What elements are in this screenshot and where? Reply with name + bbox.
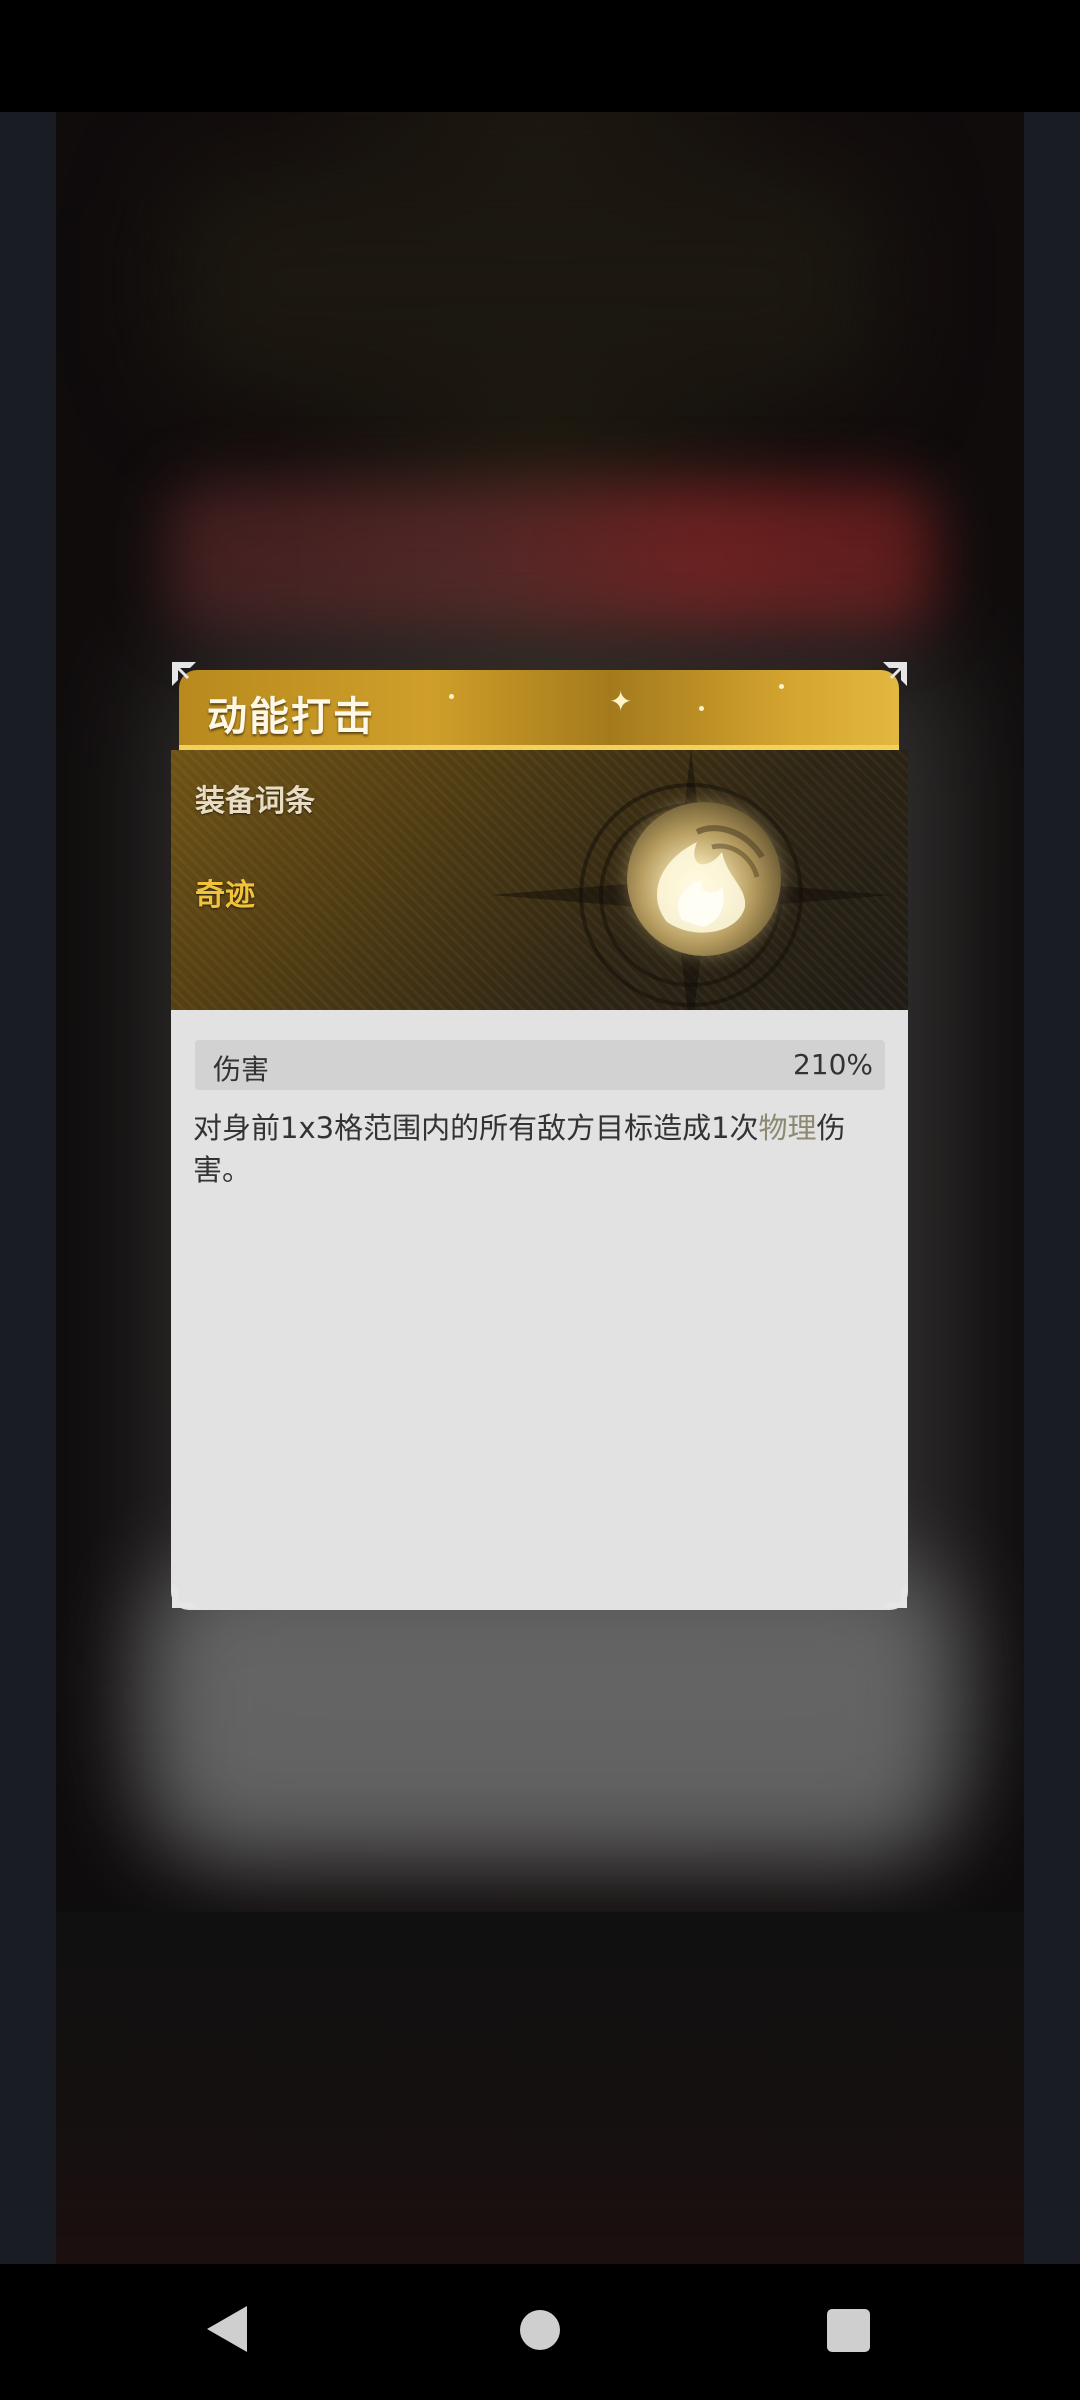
back-triangle-icon[interactable] <box>207 2306 247 2352</box>
navigation-bar <box>0 2264 1080 2400</box>
sparkle-icon: ✦ <box>609 685 633 718</box>
stat-label: 伤害 <box>213 1053 270 1086</box>
card-body <box>171 1010 908 1610</box>
card-banner: 装备词条 奇迹 <box>171 750 908 1010</box>
blurred-backdrop-banner <box>166 482 936 632</box>
corner-ornament-icon <box>883 1584 907 1608</box>
corner-ornament-icon <box>883 662 907 686</box>
blurred-backdrop-top <box>176 172 876 392</box>
category-label: 装备词条 <box>195 784 315 819</box>
corner-ornament-icon <box>172 1584 196 1608</box>
corner-ornament-icon <box>172 662 196 686</box>
right-letterbox <box>1024 112 1080 2264</box>
rarity-label: 奇迹 <box>195 878 255 913</box>
card-header: ✦ 动能打击 <box>179 670 899 750</box>
fire-meteor-icon <box>627 802 781 956</box>
damage-stat-row: 伤害 210% <box>195 1040 885 1090</box>
status-bar <box>0 0 1080 112</box>
damage-type-keyword: 物理 <box>758 1111 817 1145</box>
skill-description: 对身前1x3格范围内的所有敌方目标造成1次物理伤害。 <box>193 1107 893 1191</box>
equipment-card[interactable]: ✦ 动能打击 装备词条 奇迹 伤害 210% 对身前1x3格范围内的所有敌方目标… <box>171 662 908 1610</box>
stat-value: 210% <box>792 1048 873 1081</box>
sparkle-dot <box>699 706 704 711</box>
left-letterbox <box>0 112 56 2264</box>
blurred-backdrop-floor <box>56 1912 1024 2264</box>
recents-square-icon[interactable] <box>827 2309 870 2352</box>
card-title: 动能打击 <box>207 694 375 740</box>
description-text: 对身前1x3格范围内的所有敌方目标造成1次 <box>193 1111 759 1145</box>
sparkle-dot <box>779 684 784 689</box>
screen: ✦ 动能打击 装备词条 奇迹 伤害 210% 对身前1x3格范围内的所有敌方目标… <box>0 0 1080 2400</box>
home-circle-icon[interactable] <box>520 2310 560 2350</box>
sparkle-dot <box>449 694 454 699</box>
